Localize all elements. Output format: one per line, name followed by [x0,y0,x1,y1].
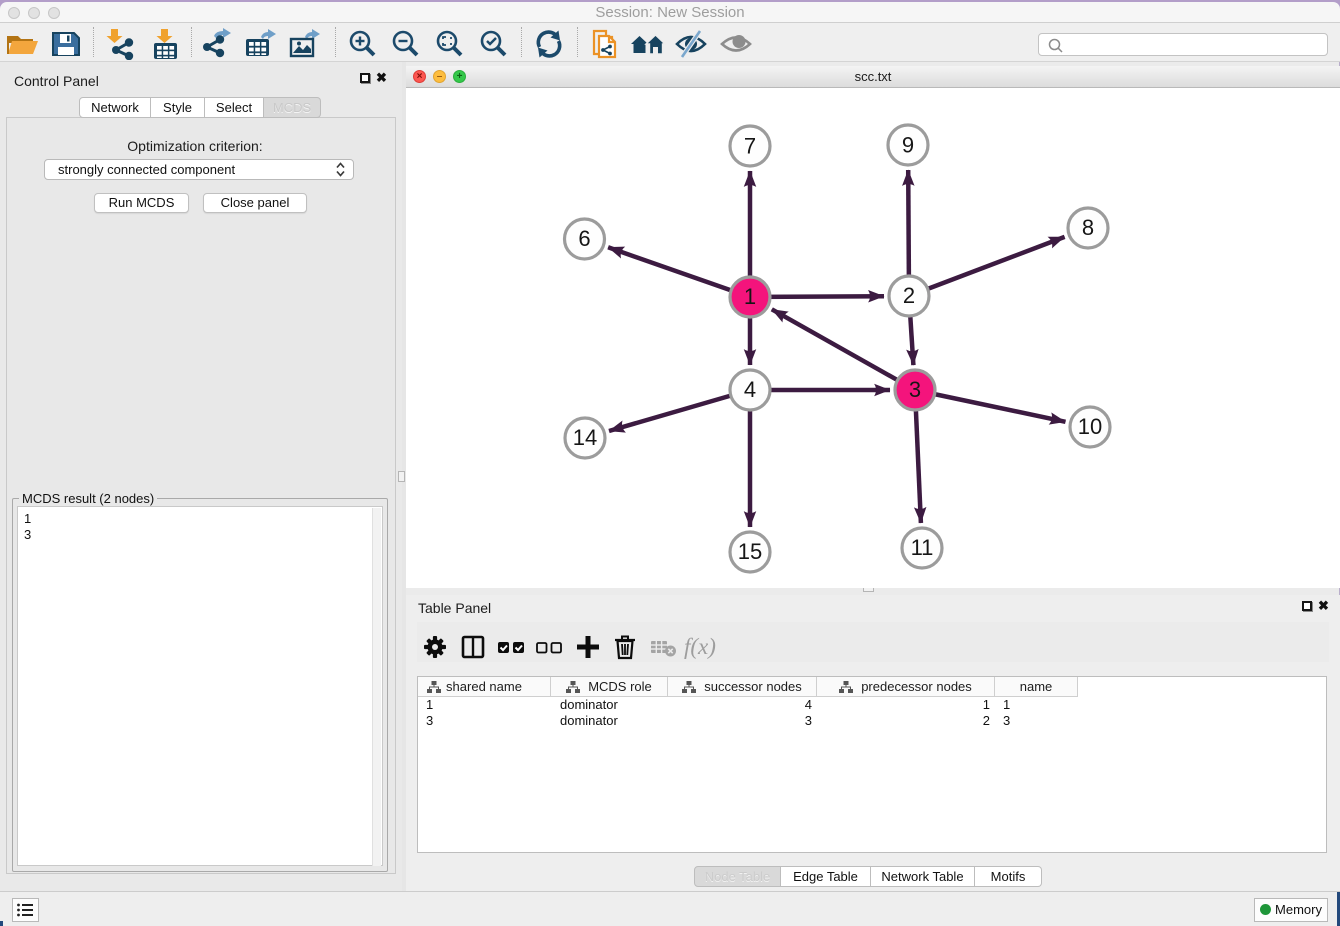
svg-text:2: 2 [903,283,915,308]
svg-text:6: 6 [578,226,590,251]
svg-text:15: 15 [738,539,762,564]
svg-text:7: 7 [744,134,756,159]
svg-text:3: 3 [909,377,921,402]
svg-text:14: 14 [573,425,597,450]
svg-text:8: 8 [1082,215,1094,240]
svg-text:9: 9 [902,133,914,158]
svg-text:4: 4 [744,377,756,402]
svg-text:10: 10 [1078,414,1102,439]
svg-text:1: 1 [744,284,756,309]
svg-text:11: 11 [911,535,934,560]
